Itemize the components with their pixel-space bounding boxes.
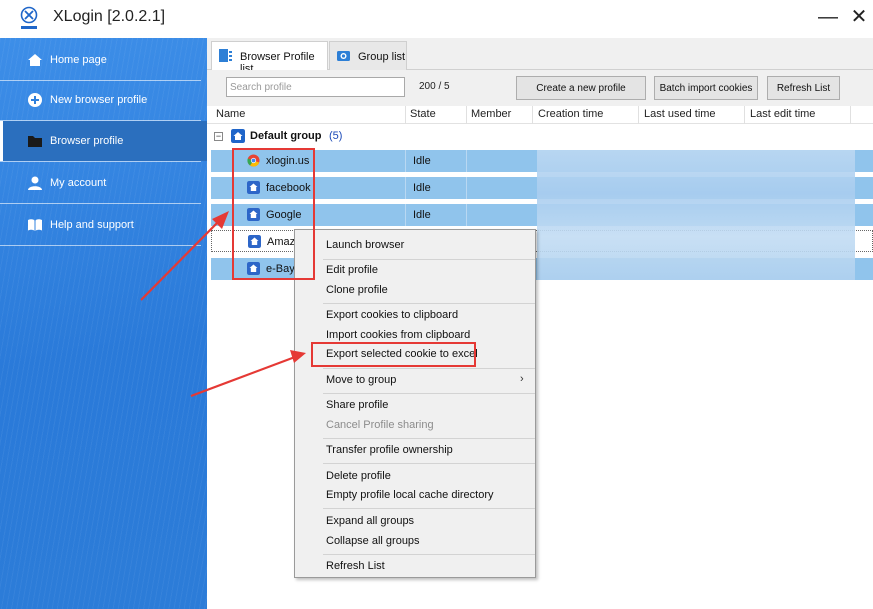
menu-item-export-cookies-clipboard[interactable]: Export cookies to clipboard bbox=[326, 309, 458, 321]
minimize-button[interactable]: — bbox=[814, 5, 842, 29]
menu-item-transfer-ownership[interactable]: Transfer profile ownership bbox=[326, 444, 453, 456]
batch-import-cookies-button[interactable]: Batch import cookies bbox=[654, 76, 758, 100]
toolbar: 200 / 5 Create a new profile Batch impor… bbox=[207, 70, 873, 106]
table-header: Name State Member Creation time Last use… bbox=[207, 106, 873, 124]
profile-state: Idle bbox=[413, 155, 431, 167]
menu-item-empty-cache[interactable]: Empty profile local cache directory bbox=[326, 489, 494, 501]
menu-separator bbox=[323, 368, 535, 369]
column-header-state[interactable]: State bbox=[410, 108, 436, 120]
collapse-toggle[interactable]: − bbox=[214, 132, 223, 141]
menu-item-import-cookies-clipboard[interactable]: Import cookies from clipboard bbox=[326, 329, 470, 341]
sidebar-item-browser-profile[interactable]: Browser profile bbox=[0, 121, 207, 161]
column-header-last-used-time[interactable]: Last used time bbox=[644, 108, 716, 120]
sidebar-item-label: New browser profile bbox=[50, 94, 148, 106]
title-bar: XLogin [2.0.2.1] — ✕ bbox=[0, 0, 873, 38]
home-icon bbox=[231, 129, 245, 143]
column-header-last-edit-time[interactable]: Last edit time bbox=[750, 108, 815, 120]
menu-item-share-profile[interactable]: Share profile bbox=[326, 399, 388, 411]
annotation-highlight-profiles bbox=[232, 148, 315, 280]
column-header-creation-time[interactable]: Creation time bbox=[538, 108, 603, 120]
menu-item-delete-profile[interactable]: Delete profile bbox=[326, 470, 391, 482]
sidebar-item-label: Help and support bbox=[50, 219, 134, 231]
sidebar-divider bbox=[0, 161, 201, 162]
column-divider[interactable] bbox=[638, 106, 639, 124]
cell-divider bbox=[405, 204, 406, 226]
column-divider[interactable] bbox=[532, 106, 533, 124]
column-divider[interactable] bbox=[850, 106, 851, 124]
xlogin-window: XLogin [2.0.2.1] — ✕ Home page New brows… bbox=[0, 0, 873, 609]
user-icon bbox=[28, 176, 42, 190]
menu-separator bbox=[323, 554, 535, 555]
sidebar-divider bbox=[0, 245, 201, 246]
plus-circle-icon bbox=[28, 93, 42, 107]
profile-state: Idle bbox=[413, 209, 431, 221]
menu-separator bbox=[323, 508, 535, 509]
group-name: Default group bbox=[250, 130, 322, 142]
menu-separator bbox=[323, 393, 535, 394]
submenu-arrow-icon: › bbox=[520, 373, 524, 385]
menu-item-expand-groups[interactable]: Expand all groups bbox=[326, 515, 414, 527]
folder-icon bbox=[28, 136, 42, 147]
column-header-name[interactable]: Name bbox=[216, 108, 245, 120]
menu-item-clone-profile[interactable]: Clone profile bbox=[326, 284, 388, 296]
group-row[interactable]: − Default group (5) bbox=[207, 126, 873, 148]
window-title: XLogin [2.0.2.1] bbox=[53, 8, 166, 25]
sidebar-item-my-account[interactable]: My account bbox=[0, 163, 207, 203]
tab-group-list[interactable]: Group list bbox=[329, 41, 407, 70]
menu-separator bbox=[323, 438, 535, 439]
sidebar: Home page New browser profile Browser pr… bbox=[0, 38, 207, 609]
xlogin-logo-icon bbox=[20, 6, 38, 29]
menu-item-edit-profile[interactable]: Edit profile bbox=[326, 264, 378, 276]
menu-separator bbox=[323, 463, 535, 464]
tab-browser-profile-list[interactable]: Browser Profile list bbox=[211, 41, 328, 75]
menu-item-launch-browser[interactable]: Launch browser bbox=[326, 239, 404, 251]
group-count: (5) bbox=[329, 130, 343, 142]
refresh-list-button[interactable]: Refresh List bbox=[767, 76, 840, 100]
camera-icon bbox=[337, 51, 350, 61]
close-button[interactable]: ✕ bbox=[845, 5, 873, 29]
column-divider[interactable] bbox=[405, 106, 406, 124]
tab-bar: Browser Profile list Group list bbox=[207, 38, 873, 75]
tab-label: Group list bbox=[358, 51, 406, 63]
column-divider[interactable] bbox=[744, 106, 745, 124]
context-menu: Launch browser Edit profile Clone profil… bbox=[294, 229, 536, 578]
cell-divider bbox=[466, 150, 467, 172]
sidebar-item-label: My account bbox=[50, 177, 107, 189]
sidebar-item-new-profile[interactable]: New browser profile bbox=[0, 80, 207, 120]
list-icon bbox=[219, 49, 232, 62]
sidebar-item-label: Browser profile bbox=[50, 135, 124, 147]
profile-count: 200 / 5 bbox=[419, 81, 450, 92]
menu-item-cancel-sharing: Cancel Profile sharing bbox=[326, 419, 434, 431]
cell-divider bbox=[466, 177, 467, 199]
menu-separator bbox=[323, 303, 535, 304]
menu-item-move-to-group[interactable]: Move to group bbox=[326, 374, 396, 386]
redacted-timestamps bbox=[537, 150, 855, 280]
column-header-member[interactable]: Member bbox=[471, 108, 511, 120]
menu-item-collapse-groups[interactable]: Collapse all groups bbox=[326, 535, 420, 547]
home-icon bbox=[28, 54, 42, 66]
sidebar-item-help[interactable]: Help and support bbox=[0, 205, 207, 245]
cell-divider bbox=[405, 150, 406, 172]
search-input[interactable] bbox=[226, 77, 405, 97]
book-icon bbox=[28, 219, 42, 231]
column-divider[interactable] bbox=[466, 106, 467, 124]
sidebar-item-home[interactable]: Home page bbox=[0, 40, 207, 80]
cell-divider bbox=[466, 204, 467, 226]
annotation-highlight-export-item bbox=[311, 342, 476, 367]
create-profile-button[interactable]: Create a new profile bbox=[516, 76, 646, 100]
sidebar-divider bbox=[0, 203, 201, 204]
profile-state: Idle bbox=[413, 182, 431, 194]
cell-divider bbox=[405, 177, 406, 199]
menu-separator bbox=[323, 259, 535, 260]
menu-item-refresh-list[interactable]: Refresh List bbox=[326, 560, 385, 572]
sidebar-item-label: Home page bbox=[50, 54, 107, 66]
